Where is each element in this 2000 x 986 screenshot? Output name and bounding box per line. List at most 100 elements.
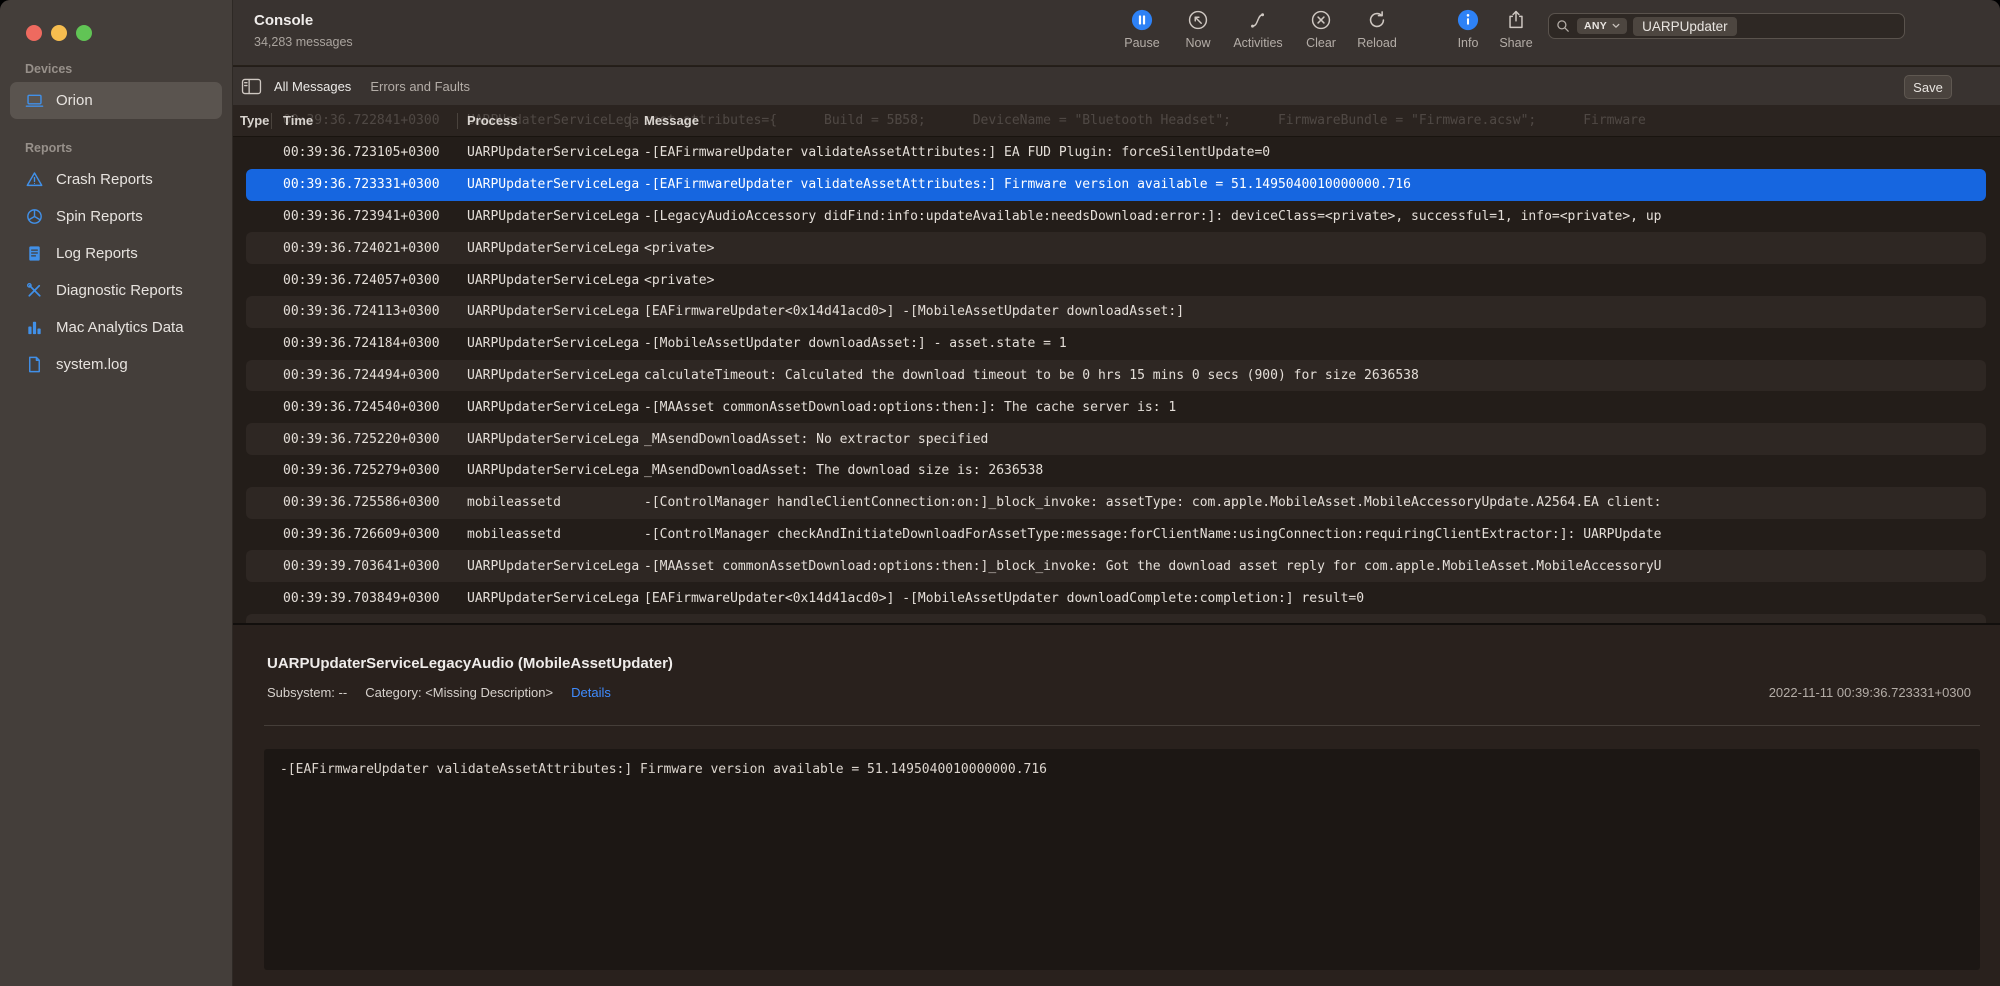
- detail-pane: UARPUpdaterServiceLegacyAudio (MobileAss…: [233, 623, 2000, 986]
- message-cell: [EAFirmwareUpdater<0x14d41acd0>] -[Mobil…: [644, 591, 1986, 606]
- pause-icon: [1131, 7, 1153, 33]
- document-icon: [25, 354, 46, 375]
- process-cell: UARPUpdaterServiceLega: [467, 591, 644, 606]
- table-row[interactable]: 00:39:36.725220+0300UARPUpdaterServiceLe…: [246, 423, 1986, 455]
- table-row[interactable]: 00:39:36.724494+0300UARPUpdaterServiceLe…: [246, 360, 1986, 392]
- sidebar-toggle-icon[interactable]: [241, 78, 262, 95]
- category-field: Category: <Missing Description>: [365, 685, 553, 700]
- sidebar-section: Reports Crash Reports Spin Reports Log Repo…: [0, 141, 232, 383]
- process-cell: UARPUpdaterServiceLega: [467, 145, 644, 160]
- message-cell: <private>: [644, 273, 1986, 288]
- document-lines-icon: [25, 243, 46, 264]
- sidebar-item-spin-reports[interactable]: Spin Reports: [10, 198, 222, 235]
- search-token[interactable]: UARPUpdater: [1633, 17, 1737, 36]
- time-cell: 00:39:36.723105+0300: [283, 145, 467, 160]
- details-link[interactable]: Details: [571, 685, 611, 700]
- save-button[interactable]: Save: [1904, 75, 1952, 99]
- clear-circle-icon: [1310, 7, 1332, 33]
- table-row[interactable]: 00:39:36.723331+0300UARPUpdaterServiceLe…: [246, 169, 1986, 201]
- search-field[interactable]: ANY UARPUpdater: [1548, 13, 1905, 39]
- table-row[interactable]: 00:39:36.723105+0300UARPUpdaterServiceLe…: [246, 137, 1986, 169]
- toolbar: Console 34,283 messages PauseNowActiviti…: [233, 0, 2000, 66]
- process-cell: UARPUpdaterServiceLega: [467, 559, 644, 574]
- message-cell: [EAFirmwareUpdater<0x14d41acd0>] -[Mobil…: [644, 304, 1986, 319]
- column-divider[interactable]: [630, 113, 631, 129]
- reload-button[interactable]: Reload: [1348, 7, 1406, 50]
- detail-separator: [264, 725, 1980, 726]
- table-row[interactable]: 00:39:39.704016+0300mobileassetd-[Contro…: [246, 614, 1986, 623]
- sidebar-item-label: Diagnostic Reports: [56, 282, 183, 299]
- table-header: 00:39:36.722841+0300 UARPUpdaterServiceL…: [233, 105, 2000, 137]
- toolbar-button-label: Share: [1499, 36, 1532, 50]
- table-row[interactable]: 00:39:39.703641+0300UARPUpdaterServiceLe…: [246, 550, 1986, 582]
- laptop-icon: [25, 90, 46, 111]
- table-row[interactable]: 00:39:36.724021+0300UARPUpdaterServiceLe…: [246, 232, 1986, 264]
- table-row[interactable]: 00:39:36.724113+0300UARPUpdaterServiceLe…: [246, 296, 1986, 328]
- sidebar-item-label: Orion: [56, 92, 93, 109]
- column-header-message[interactable]: Message: [644, 105, 699, 137]
- tab-all-messages[interactable]: All Messages: [274, 79, 351, 94]
- message-cell: _MAsendDownloadAsset: No extractor speci…: [644, 432, 1986, 447]
- message-cell: -[MAAsset commonAssetDownload:options:th…: [644, 400, 1986, 415]
- window-controls: [26, 25, 92, 41]
- time-cell: 00:39:36.725279+0300: [283, 463, 467, 478]
- sidebar-item-diagnostic-reports[interactable]: Diagnostic Reports: [10, 272, 222, 309]
- warning-triangle-icon: [25, 169, 46, 190]
- sidebar-item-orion[interactable]: Orion: [10, 82, 222, 119]
- pause-button[interactable]: Pause: [1110, 7, 1174, 50]
- time-cell: 00:39:36.725220+0300: [283, 432, 467, 447]
- process-cell: UARPUpdaterServiceLega: [467, 336, 644, 351]
- main-area: Console 34,283 messages PauseNowActiviti…: [233, 0, 2000, 986]
- time-cell: 00:39:36.724184+0300: [283, 336, 467, 351]
- table-row[interactable]: 00:39:36.725586+0300mobileassetd-[Contro…: [246, 487, 1986, 519]
- sidebar-section-label: Reports: [0, 141, 232, 161]
- message-cell: -[ControlManager handleClientConnection:…: [644, 495, 1986, 510]
- column-header-time[interactable]: Time: [283, 105, 313, 137]
- detail-timestamp: 2022-11-11 00:39:36.723331+0300: [1769, 685, 1971, 700]
- detail-message: -[EAFirmwareUpdater validateAssetAttribu…: [264, 749, 1980, 970]
- close-window-button[interactable]: [26, 25, 42, 41]
- table-row[interactable]: 00:39:36.724540+0300UARPUpdaterServiceLe…: [246, 391, 1986, 423]
- message-cell: -[EAFirmwareUpdater validateAssetAttribu…: [644, 145, 1986, 160]
- zoom-window-button[interactable]: [76, 25, 92, 41]
- process-cell: UARPUpdaterServiceLega: [467, 463, 644, 478]
- sidebar-item-label: Crash Reports: [56, 171, 153, 188]
- table-row[interactable]: 00:39:36.725279+0300UARPUpdaterServiceLe…: [246, 455, 1986, 487]
- time-cell: 00:39:36.724494+0300: [283, 368, 467, 383]
- process-cell: UARPUpdaterServiceLega: [467, 368, 644, 383]
- table-row[interactable]: 00:39:39.703849+0300UARPUpdaterServiceLe…: [246, 582, 1986, 614]
- detail-meta: Subsystem: -- Category: <Missing Descrip…: [267, 685, 611, 700]
- now-button[interactable]: Now: [1174, 7, 1222, 50]
- info-button[interactable]: Info: [1446, 7, 1490, 50]
- chevron-down-icon: [1612, 23, 1620, 29]
- sidebar-item-label: Log Reports: [56, 245, 138, 262]
- column-header-type[interactable]: Type: [240, 105, 269, 137]
- column-divider[interactable]: [271, 113, 272, 129]
- tab-errors-and-faults[interactable]: Errors and Faults: [370, 79, 470, 94]
- clear-button[interactable]: Clear: [1294, 7, 1348, 50]
- sidebar-item-log-reports[interactable]: Log Reports: [10, 235, 222, 272]
- search-scope-dropdown[interactable]: ANY: [1577, 18, 1627, 34]
- table-row[interactable]: 00:39:36.723941+0300UARPUpdaterServiceLe…: [246, 201, 1986, 233]
- toolbar-button-label: Pause: [1124, 36, 1159, 50]
- sidebar-section-label: Devices: [0, 62, 232, 82]
- minimize-window-button[interactable]: [51, 25, 67, 41]
- share-button[interactable]: Share: [1490, 7, 1542, 50]
- table-row[interactable]: 00:39:36.724057+0300UARPUpdaterServiceLe…: [246, 264, 1986, 296]
- time-cell: 00:39:39.703641+0300: [283, 559, 467, 574]
- time-cell: 00:39:39.703849+0300: [283, 591, 467, 606]
- info-icon: [1457, 7, 1479, 33]
- column-divider[interactable]: [457, 113, 458, 129]
- message-cell: <private>: [644, 241, 1986, 256]
- activities-button[interactable]: Activities: [1222, 7, 1294, 50]
- search-scope-label: ANY: [1584, 20, 1607, 32]
- table-row[interactable]: 00:39:36.724184+0300UARPUpdaterServiceLe…: [246, 328, 1986, 360]
- sidebar-item-mac-analytics-data[interactable]: Mac Analytics Data: [10, 309, 222, 346]
- message-cell: -[EAFirmwareUpdater validateAssetAttribu…: [644, 177, 1986, 192]
- column-header-process[interactable]: Process: [467, 105, 518, 137]
- sidebar-item-system-log[interactable]: system.log: [10, 346, 222, 383]
- table-row[interactable]: 00:39:36.726609+0300mobileassetd-[Contro…: [246, 519, 1986, 551]
- arrow-up-left-circle-icon: [1187, 7, 1209, 33]
- sidebar-item-crash-reports[interactable]: Crash Reports: [10, 161, 222, 198]
- process-cell: mobileassetd: [467, 495, 644, 510]
